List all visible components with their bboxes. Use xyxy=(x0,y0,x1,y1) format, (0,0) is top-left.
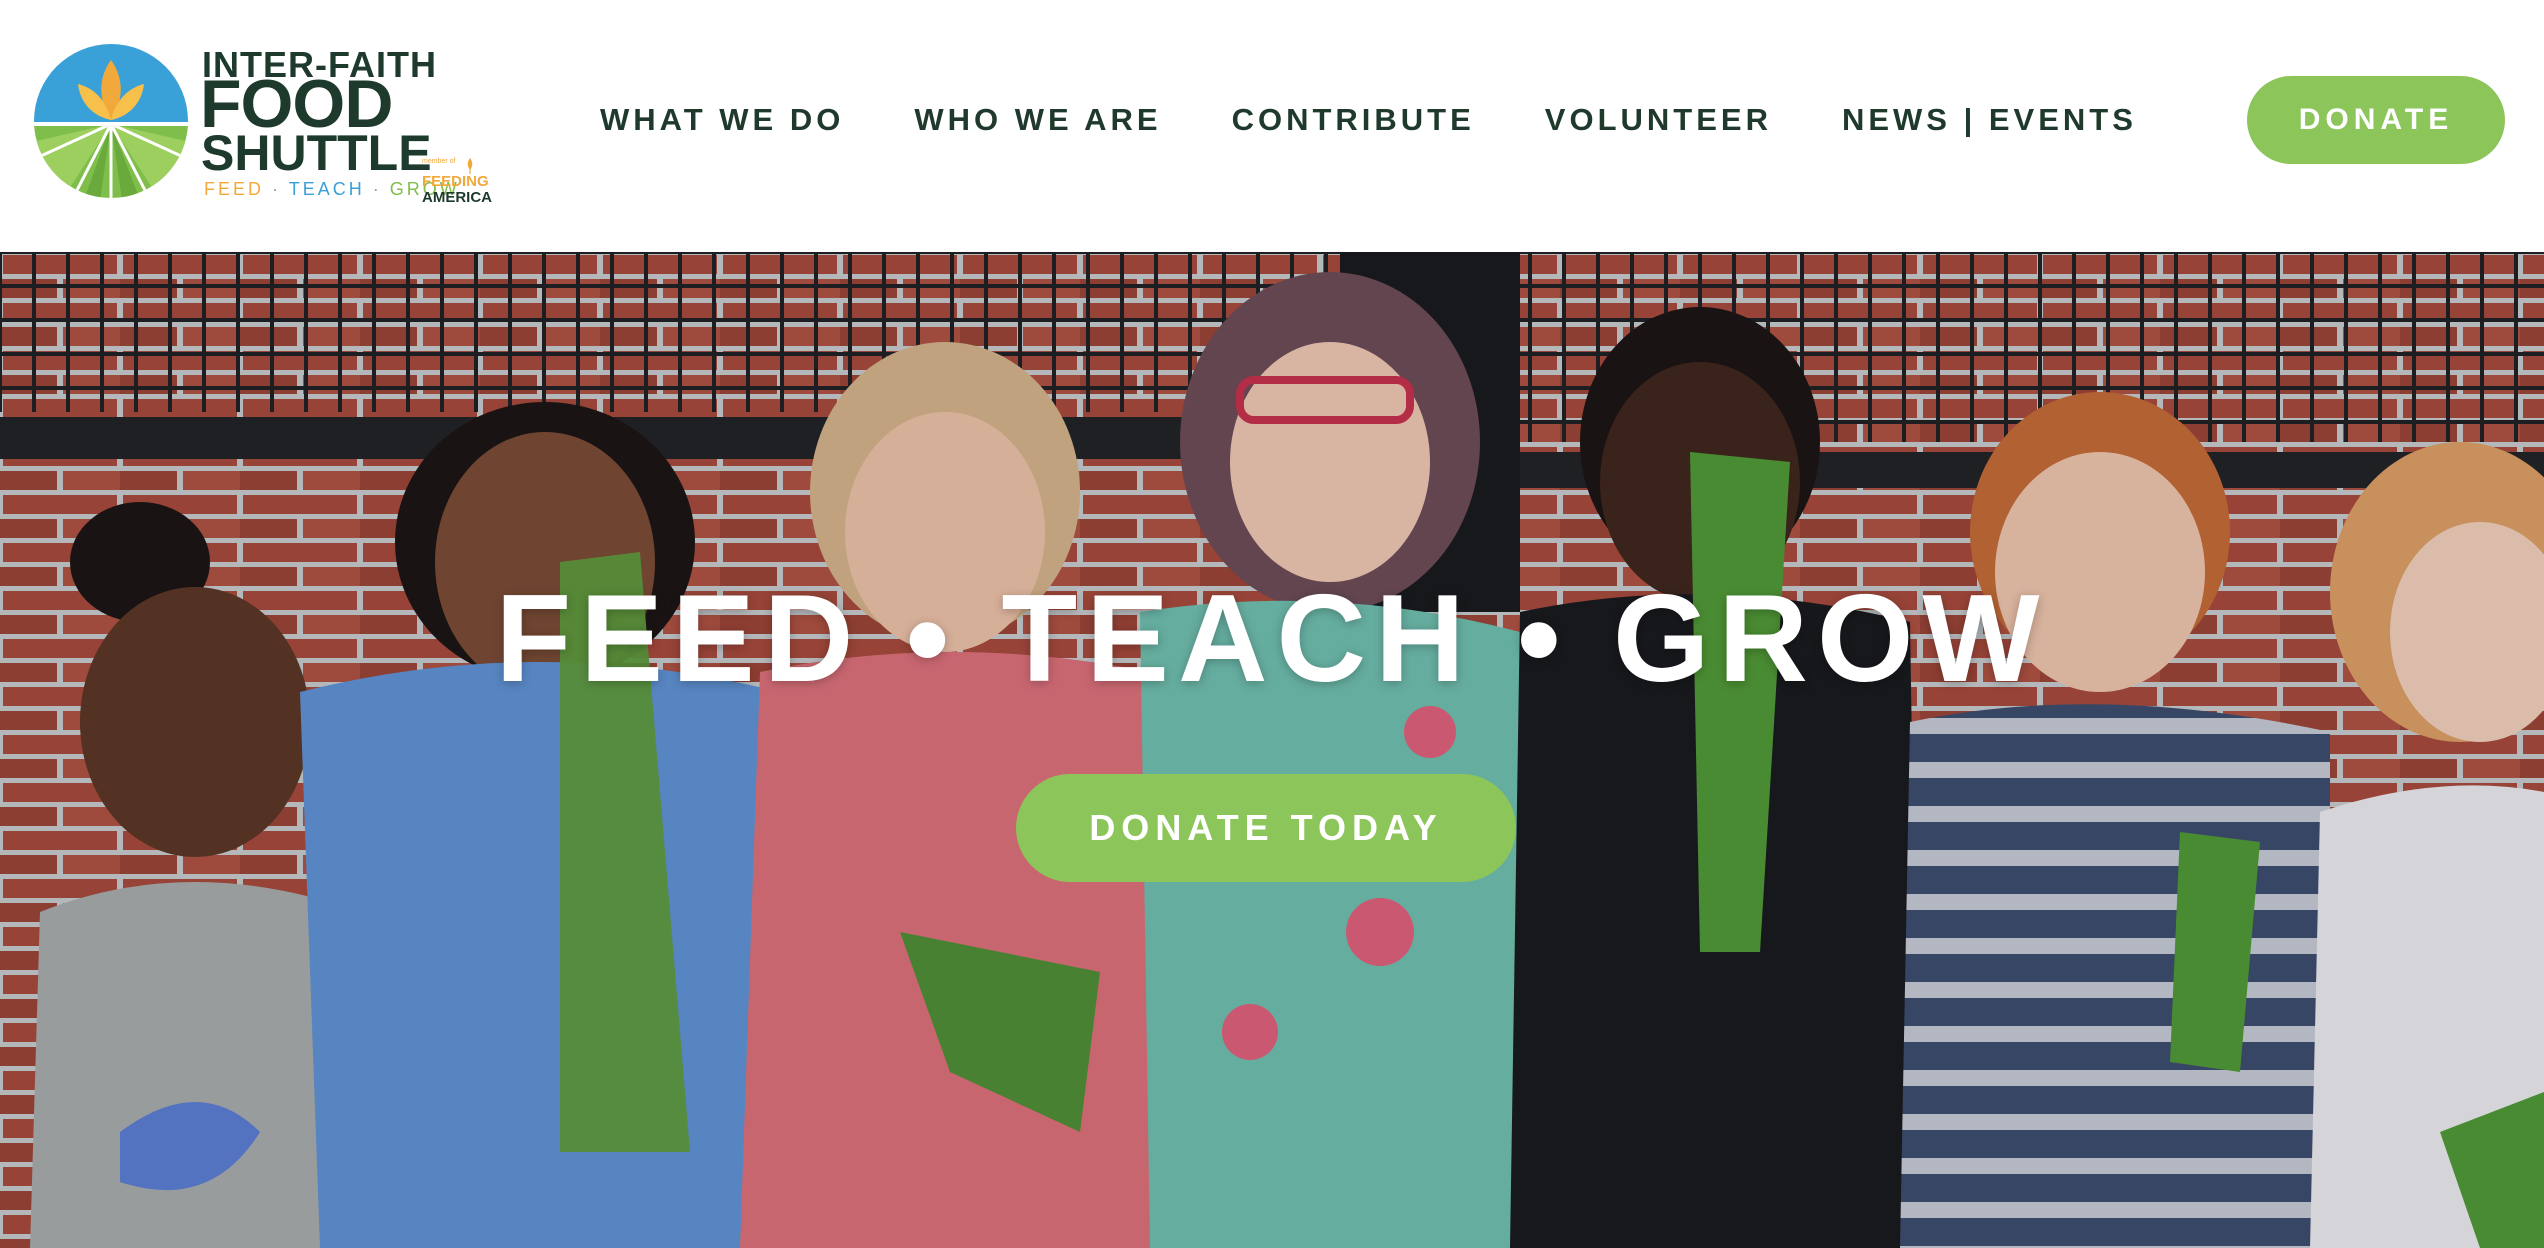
nav-item-news-events[interactable]: NEWS | EVENTS xyxy=(1842,102,2137,138)
donate-today-button[interactable]: DONATE TODAY xyxy=(1016,774,1516,882)
donate-button[interactable]: DONATE xyxy=(2247,76,2505,164)
main-nav: WHAT WE DO WHO WE ARE CONTRIBUTE VOLUNTE… xyxy=(600,94,2137,146)
nav-item-contribute[interactable]: CONTRIBUTE xyxy=(1232,102,1475,138)
nav-item-what-we-do[interactable]: WHAT WE DO xyxy=(600,102,844,138)
hero-banner: FEED • TEACH • GROW DONATE TODAY xyxy=(0,252,2544,1248)
tagline-separator: · xyxy=(272,179,282,199)
site-logo[interactable]: INTER-FAITH FOOD SHUTTLE FEED · TEACH · … xyxy=(32,40,502,210)
tagline-teach: TEACH xyxy=(288,179,365,199)
logo-line-shuttle: SHUTTLE xyxy=(201,125,432,181)
hero-title: FEED • TEACH • GROW xyxy=(495,570,2049,708)
site-header: INTER-FAITH FOOD SHUTTLE FEED · TEACH · … xyxy=(0,0,2544,252)
tagline-feed: FEED xyxy=(204,179,265,199)
feeding-america-badge: member of FEEDING AMERICA xyxy=(422,158,502,206)
hero-overlay xyxy=(0,252,2544,1248)
nav-item-who-we-are[interactable]: WHO WE ARE xyxy=(914,102,1161,138)
food-shuttle-logo-icon xyxy=(34,44,188,198)
partner-america: AMERICA xyxy=(422,189,492,206)
partner-feeding: FEEDING xyxy=(422,173,489,190)
nav-item-volunteer[interactable]: VOLUNTEER xyxy=(1545,102,1772,138)
tagline-separator: · xyxy=(372,179,382,199)
wheat-icon xyxy=(467,158,473,174)
partner-member-of: member of xyxy=(422,158,456,165)
